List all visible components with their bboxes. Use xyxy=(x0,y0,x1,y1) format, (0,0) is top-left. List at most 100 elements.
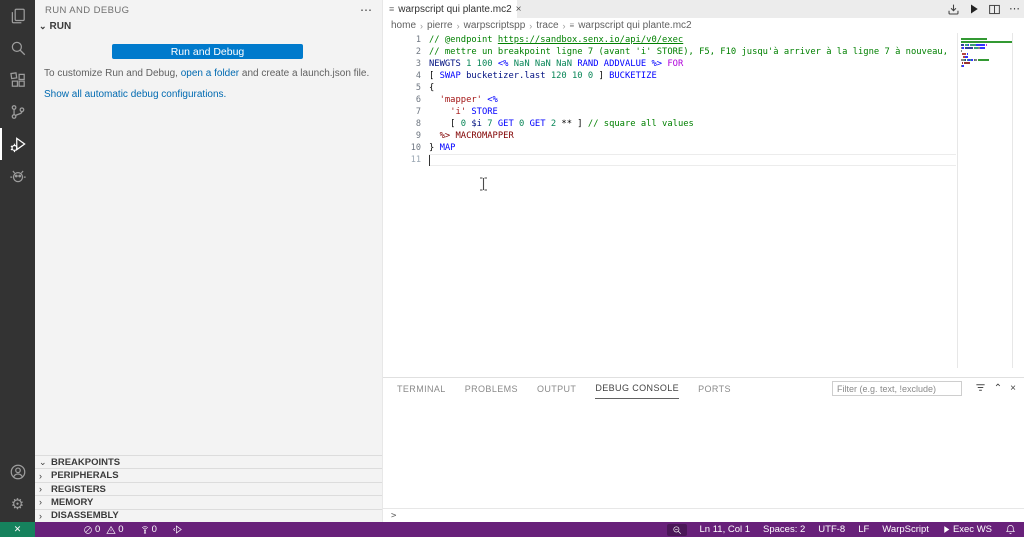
line-number[interactable]: 2 xyxy=(391,46,421,58)
minimap[interactable] xyxy=(957,33,1013,368)
code-line[interactable]: [ 0 $i 7 GET 0 GET 2 ** ] // square all … xyxy=(429,118,1024,130)
breadcrumb-separator: › xyxy=(420,20,424,31)
code-line[interactable]: // mettre un breakpoint ligne 7 (avant '… xyxy=(429,46,1024,58)
source-control-icon[interactable] xyxy=(0,96,35,128)
maximize-panel-icon[interactable]: ⌃ xyxy=(994,383,1002,394)
tab-ports[interactable]: PORTS xyxy=(698,378,731,399)
minimap-mark xyxy=(967,53,969,55)
sidebar-title: RUN AND DEBUG xyxy=(45,4,130,16)
section-breakpoints[interactable]: ⌄ BREAKPOINTS xyxy=(35,455,382,469)
status-bar: ✕ 0 0 0 Ln 11, Col 1 Spaces: 2 UTF-8 LF … xyxy=(0,522,1024,537)
minimap-mark xyxy=(962,65,964,67)
close-panel-icon[interactable]: × xyxy=(1010,383,1016,394)
filter-icon[interactable] xyxy=(975,382,986,396)
section-peripherals[interactable]: › PERIPHERALS xyxy=(35,468,382,482)
tab-terminal[interactable]: TERMINAL xyxy=(397,378,446,399)
code-lines[interactable]: // @endpoint https://sandbox.senx.io/api… xyxy=(429,34,1024,368)
extensions-icon[interactable] xyxy=(0,64,35,96)
split-editor-icon[interactable] xyxy=(988,3,1001,16)
code-line[interactable]: [ SWAP bucketizer.last 120 10 0 ] BUCKET… xyxy=(429,70,1024,82)
code-line[interactable]: 'i' STORE xyxy=(429,106,1024,118)
text-cursor xyxy=(429,155,430,166)
breadcrumb-item-file[interactable]: warpscript qui plante.mc2 xyxy=(578,20,691,31)
encoding-status[interactable]: UTF-8 xyxy=(818,524,845,535)
more-actions-icon[interactable]: ⋯ xyxy=(1009,4,1020,15)
code-line[interactable]: NEWGTS 1 100 <% NaN NaN NaN RAND ADDVALU… xyxy=(429,58,1024,70)
cursor-position-status[interactable]: Ln 11, Col 1 xyxy=(700,524,751,535)
minimap-mark xyxy=(961,38,969,40)
breadcrumb-item[interactable]: trace xyxy=(536,20,558,31)
indentation-status[interactable]: Spaces: 2 xyxy=(763,524,805,535)
notifications-bell-icon[interactable] xyxy=(1005,524,1016,535)
editor-gutter[interactable]: 1 2 3 4 5 6 7 8 9 10 11 xyxy=(383,34,425,368)
run-and-debug-sidebar: RUN AND DEBUG ⋯ ⌄ RUN Run and Debug To c… xyxy=(35,0,383,522)
run-and-debug-icon[interactable] xyxy=(0,128,35,160)
run-and-debug-button[interactable]: Run and Debug xyxy=(112,44,303,59)
error-count: 0 xyxy=(95,524,101,535)
line-number[interactable]: 7 xyxy=(391,106,421,118)
language-mode-status[interactable]: WarpScript xyxy=(882,524,929,535)
tab-debug-console[interactable]: DEBUG CONSOLE xyxy=(595,378,680,399)
line-number[interactable]: 3 xyxy=(391,58,421,70)
line-number[interactable]: 4 xyxy=(391,70,421,82)
breadcrumb-item[interactable]: home xyxy=(391,20,416,31)
ports-status[interactable]: 0 xyxy=(140,524,157,535)
code-editor[interactable]: 1 2 3 4 5 6 7 8 9 10 11 // @endpoint https://sandb… xyxy=(383,33,1024,368)
explorer-icon[interactable] xyxy=(0,0,35,32)
minimap-mark xyxy=(961,44,965,46)
debug-status-icon[interactable] xyxy=(173,524,184,535)
code-line[interactable]: 'mapper' <% xyxy=(429,94,1024,106)
more-actions-icon[interactable]: ⋯ xyxy=(360,4,372,16)
close-icon[interactable]: × xyxy=(516,4,522,15)
run-or-debug-icon[interactable] xyxy=(947,3,960,16)
problems-status[interactable]: 0 0 xyxy=(83,524,124,535)
line-number[interactable]: 6 xyxy=(391,94,421,106)
warning-count: 0 xyxy=(118,524,124,535)
minimap-mark xyxy=(969,44,976,46)
section-label: DISASSEMBLY xyxy=(51,510,119,522)
code-line[interactable]: %> MACROMAPPER xyxy=(429,130,1024,142)
code-line[interactable]: } MAP xyxy=(429,142,1024,154)
remote-indicator[interactable]: ✕ xyxy=(0,522,35,537)
chevron-right-icon: › xyxy=(39,497,42,508)
exec-ws-button[interactable]: Exec WS xyxy=(942,524,992,535)
eol-status[interactable]: LF xyxy=(858,524,869,535)
editor-actions: ⋯ xyxy=(947,0,1020,18)
tab-output[interactable]: OUTPUT xyxy=(537,378,576,399)
zoom-status-icon[interactable] xyxy=(666,523,687,536)
line-number[interactable]: 10 xyxy=(391,142,421,154)
code-line[interactable]: // @endpoint https://sandbox.senx.io/api… xyxy=(429,34,1024,46)
breadcrumb-item[interactable]: warpscriptspp xyxy=(464,20,526,31)
line-number[interactable]: 11 xyxy=(391,154,421,166)
section-label: PERIPHERALS xyxy=(51,470,119,482)
search-icon[interactable] xyxy=(0,32,35,64)
breadcrumb-item[interactable]: pierre xyxy=(427,20,453,31)
settings-gear-icon[interactable]: ⚙ xyxy=(0,488,35,520)
tab-problems[interactable]: PROBLEMS xyxy=(465,378,518,399)
code-line[interactable]: { xyxy=(429,82,1024,94)
line-number[interactable]: 1 xyxy=(391,34,421,46)
minimap-mark xyxy=(961,50,962,52)
line-number[interactable]: 9 xyxy=(391,130,421,142)
section-label: BREAKPOINTS xyxy=(51,456,121,468)
debug-console-filter-input[interactable] xyxy=(832,381,962,396)
line-number[interactable]: 8 xyxy=(391,118,421,130)
section-registers[interactable]: › REGISTERS xyxy=(35,481,382,496)
sidebar-collapsed-sections: ⌄ BREAKPOINTS › PERIPHERALS › REGISTERS … xyxy=(35,455,382,522)
run-icon[interactable] xyxy=(968,3,980,15)
section-memory[interactable]: › MEMORY xyxy=(35,495,382,509)
tab-warpscript-file[interactable]: ≡ warpscript qui plante.mc2 × xyxy=(383,0,522,18)
section-disassembly[interactable]: › DISASSEMBLY xyxy=(35,508,382,522)
accounts-icon[interactable] xyxy=(0,456,35,488)
run-section-header[interactable]: ⌄ RUN xyxy=(39,21,71,32)
show-debug-configurations-link[interactable]: Show all automatic debug configurations. xyxy=(44,89,226,100)
minimap-mark xyxy=(985,44,988,46)
debug-console-input-row[interactable]: > xyxy=(383,508,1024,522)
minimap-mark xyxy=(965,56,969,58)
open-a-folder-link[interactable]: open a folder xyxy=(181,68,239,79)
minimap-mark xyxy=(962,53,967,55)
chevron-down-icon: ⌄ xyxy=(39,456,47,467)
debug-alt-bug-icon[interactable] xyxy=(0,160,35,192)
code-line[interactable] xyxy=(429,154,1024,166)
line-number[interactable]: 5 xyxy=(391,82,421,94)
